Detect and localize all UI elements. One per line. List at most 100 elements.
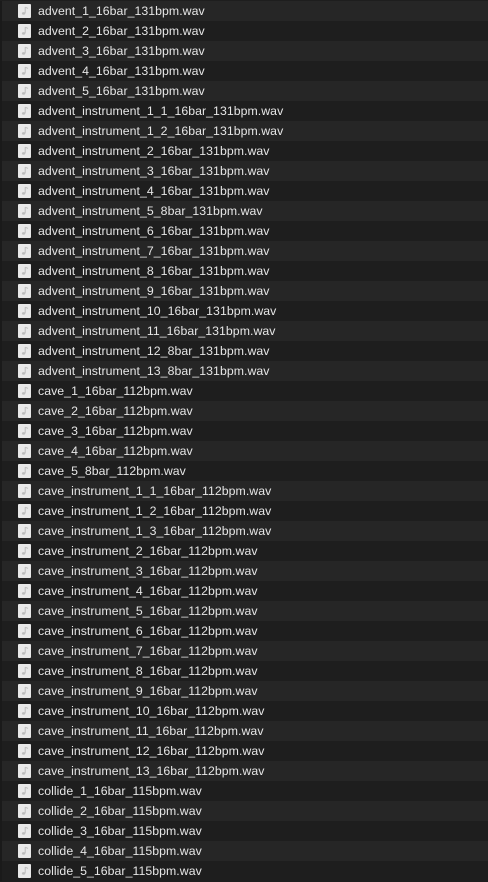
audio-file-icon (18, 284, 31, 298)
file-name: cave_instrument_13_16bar_112bpm.wav (38, 764, 265, 778)
file-name: advent_instrument_9_16bar_131bpm.wav (38, 284, 270, 298)
row-edge (0, 861, 2, 881)
row-edge (0, 261, 2, 281)
row-edge (0, 621, 2, 641)
audio-file-icon (18, 684, 31, 698)
file-list: advent_1_16bar_131bpm.wav advent_2_16bar_… (0, 0, 488, 882)
file-row[interactable]: cave_instrument_13_16bar_112bpm.wav (0, 761, 488, 781)
file-row[interactable]: cave_instrument_6_16bar_112bpm.wav (0, 621, 488, 641)
file-name: advent_instrument_1_2_16bar_131bpm.wav (38, 124, 284, 138)
file-row[interactable]: advent_instrument_4_16bar_131bpm.wav (0, 181, 488, 201)
file-row[interactable]: cave_5_8bar_112bpm.wav (0, 461, 488, 481)
file-name: cave_instrument_7_16bar_112bpm.wav (38, 644, 258, 658)
file-row[interactable]: advent_instrument_1_2_16bar_131bpm.wav (0, 121, 488, 141)
file-name: cave_instrument_9_16bar_112bpm.wav (38, 684, 258, 698)
file-row[interactable]: cave_3_16bar_112bpm.wav (0, 421, 488, 441)
file-row[interactable]: cave_instrument_1_2_16bar_112bpm.wav (0, 501, 488, 521)
file-name: cave_instrument_6_16bar_112bpm.wav (38, 624, 258, 638)
file-row[interactable]: collide_4_16bar_115bpm.wav (0, 841, 488, 861)
file-row[interactable]: advent_instrument_13_8bar_131bpm.wav (0, 361, 488, 381)
file-row[interactable]: advent_instrument_11_16bar_131bpm.wav (0, 321, 488, 341)
file-name: cave_instrument_1_1_16bar_112bpm.wav (38, 484, 272, 498)
file-name: advent_instrument_13_8bar_131bpm.wav (38, 364, 270, 378)
file-row[interactable]: advent_instrument_2_16bar_131bpm.wav (0, 141, 488, 161)
row-edge (0, 401, 2, 421)
row-edge (0, 301, 2, 321)
file-row[interactable]: advent_instrument_5_8bar_131bpm.wav (0, 201, 488, 221)
file-row[interactable]: collide_2_16bar_115bpm.wav (0, 801, 488, 821)
file-name: advent_5_16bar_131bpm.wav (38, 84, 205, 98)
row-edge (0, 521, 2, 541)
file-row[interactable]: advent_instrument_3_16bar_131bpm.wav (0, 161, 488, 181)
file-row[interactable]: cave_instrument_11_16bar_112bpm.wav (0, 721, 488, 741)
file-row[interactable]: advent_instrument_6_16bar_131bpm.wav (0, 221, 488, 241)
file-name: advent_instrument_4_16bar_131bpm.wav (38, 184, 270, 198)
file-row[interactable]: advent_4_16bar_131bpm.wav (0, 61, 488, 81)
file-row[interactable]: cave_instrument_1_3_16bar_112bpm.wav (0, 521, 488, 541)
row-edge (0, 501, 2, 521)
file-row[interactable]: cave_1_16bar_112bpm.wav (0, 381, 488, 401)
file-row[interactable]: advent_2_16bar_131bpm.wav (0, 21, 488, 41)
file-row[interactable]: cave_instrument_7_16bar_112bpm.wav (0, 641, 488, 661)
file-row[interactable]: advent_3_16bar_131bpm.wav (0, 41, 488, 61)
audio-file-icon (18, 324, 31, 338)
file-row[interactable]: advent_instrument_8_16bar_131bpm.wav (0, 261, 488, 281)
file-name: cave_1_16bar_112bpm.wav (38, 384, 193, 398)
file-row[interactable]: cave_instrument_3_16bar_112bpm.wav (0, 561, 488, 581)
audio-file-icon (18, 164, 31, 178)
row-edge (0, 721, 2, 741)
audio-file-icon (18, 604, 31, 618)
row-edge (0, 321, 2, 341)
audio-file-icon (18, 704, 31, 718)
file-row[interactable]: cave_instrument_9_16bar_112bpm.wav (0, 681, 488, 701)
file-row[interactable]: cave_instrument_5_16bar_112bpm.wav (0, 601, 488, 621)
file-row[interactable]: advent_instrument_9_16bar_131bpm.wav (0, 281, 488, 301)
audio-file-icon (18, 404, 31, 418)
audio-file-icon (18, 4, 31, 18)
file-row[interactable]: advent_instrument_10_16bar_131bpm.wav (0, 301, 488, 321)
file-row[interactable]: collide_1_16bar_115bpm.wav (0, 781, 488, 801)
file-name: advent_instrument_2_16bar_131bpm.wav (38, 144, 270, 158)
row-edge (0, 461, 2, 481)
file-row[interactable]: cave_instrument_2_16bar_112bpm.wav (0, 541, 488, 561)
row-edge (0, 541, 2, 561)
audio-file-icon (18, 124, 31, 138)
file-name: cave_instrument_4_16bar_112bpm.wav (38, 584, 258, 598)
file-name: cave_instrument_2_16bar_112bpm.wav (38, 544, 258, 558)
row-edge (0, 701, 2, 721)
row-edge (0, 661, 2, 681)
audio-file-icon (18, 824, 31, 838)
file-name: advent_instrument_1_1_16bar_131bpm.wav (38, 104, 284, 118)
file-row[interactable]: cave_4_16bar_112bpm.wav (0, 441, 488, 461)
file-row[interactable]: cave_instrument_8_16bar_112bpm.wav (0, 661, 488, 681)
audio-file-icon (18, 744, 31, 758)
audio-file-icon (18, 444, 31, 458)
audio-file-icon (18, 204, 31, 218)
file-row[interactable]: advent_instrument_7_16bar_131bpm.wav (0, 241, 488, 261)
file-row[interactable]: cave_instrument_1_1_16bar_112bpm.wav (0, 481, 488, 501)
file-row[interactable]: collide_3_16bar_115bpm.wav (0, 821, 488, 841)
file-row[interactable]: advent_instrument_1_1_16bar_131bpm.wav (0, 101, 488, 121)
audio-file-icon (18, 484, 31, 498)
row-edge (0, 41, 2, 61)
audio-file-icon (18, 504, 31, 518)
file-row[interactable]: advent_1_16bar_131bpm.wav (0, 1, 488, 21)
row-edge (0, 81, 2, 101)
file-name: cave_3_16bar_112bpm.wav (38, 424, 193, 438)
file-row[interactable]: cave_instrument_10_16bar_112bpm.wav (0, 701, 488, 721)
audio-file-icon (18, 544, 31, 558)
row-edge (0, 1, 2, 21)
audio-file-icon (18, 224, 31, 238)
file-row[interactable]: advent_instrument_12_8bar_131bpm.wav (0, 341, 488, 361)
file-name: collide_1_16bar_115bpm.wav (38, 784, 202, 798)
file-row[interactable]: cave_2_16bar_112bpm.wav (0, 401, 488, 421)
row-edge (0, 601, 2, 621)
audio-file-icon (18, 184, 31, 198)
file-row[interactable]: cave_instrument_4_16bar_112bpm.wav (0, 581, 488, 601)
file-row[interactable]: collide_5_16bar_115bpm.wav (0, 861, 488, 881)
file-row[interactable]: cave_instrument_12_16bar_112bpm.wav (0, 741, 488, 761)
file-name: advent_instrument_12_8bar_131bpm.wav (38, 344, 270, 358)
file-row[interactable]: advent_5_16bar_131bpm.wav (0, 81, 488, 101)
file-name: collide_5_16bar_115bpm.wav (38, 864, 202, 878)
file-name: advent_instrument_8_16bar_131bpm.wav (38, 264, 270, 278)
